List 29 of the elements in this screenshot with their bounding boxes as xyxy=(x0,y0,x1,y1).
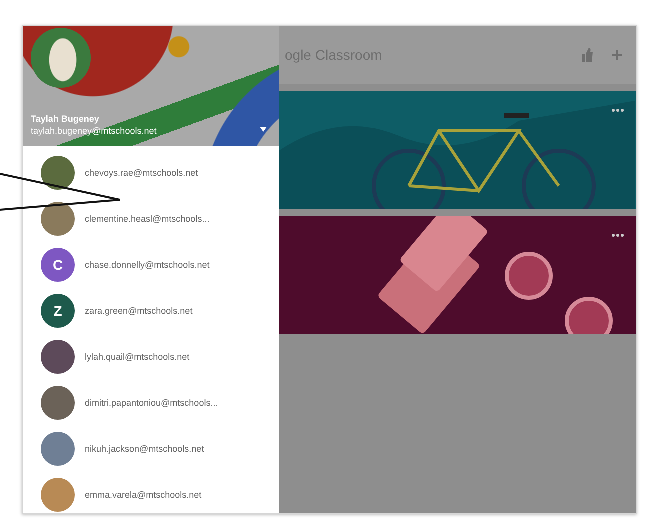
avatar-placeholder xyxy=(41,386,75,420)
thumb-icon[interactable] xyxy=(580,47,594,63)
account-email: zara.green@mtschools.net xyxy=(85,306,193,316)
account-email: lylah.quail@mtschools.net xyxy=(85,352,190,362)
account-email: dimitri.papantoniou@mtschools... xyxy=(85,398,218,408)
letter-avatar: C xyxy=(41,248,75,282)
account-email: emma.varela@mtschools.net xyxy=(85,490,202,500)
avatar-placeholder xyxy=(41,340,75,374)
account-item[interactable]: chevoys.rae@mtschools.net xyxy=(23,150,279,196)
account-item[interactable]: nikuh.jackson@mtschools.net xyxy=(23,426,279,472)
account-email: clementine.heasl@mtschools... xyxy=(85,214,210,224)
account-item[interactable]: C chase.donnelly@mtschools.net xyxy=(23,242,279,288)
avatar-placeholder xyxy=(41,432,75,466)
account-email: chevoys.rae@mtschools.net xyxy=(85,168,198,178)
account-item[interactable]: Z zara.green@mtschools.net xyxy=(23,288,279,334)
profile-name: Taylah Bugeney xyxy=(31,114,100,124)
account-item[interactable]: clementine.heasl@mtschools... xyxy=(23,196,279,242)
account-item[interactable]: emma.varela@mtschools.net xyxy=(23,472,279,513)
more-icon[interactable] xyxy=(612,109,624,112)
account-email: chase.donnelly@mtschools.net xyxy=(85,260,210,270)
caret-icon[interactable] xyxy=(260,127,267,132)
letter-avatar: Z xyxy=(41,294,75,328)
avatar-placeholder xyxy=(41,156,75,190)
account-item[interactable]: lylah.quail@mtschools.net xyxy=(23,334,279,380)
account-email: nikuh.jackson@mtschools.net xyxy=(85,444,204,454)
more-icon[interactable] xyxy=(612,234,624,237)
avatar-placeholder xyxy=(41,202,75,236)
avatar-placeholder xyxy=(41,478,75,512)
account-item[interactable]: dimitri.papantoniou@mtschools... xyxy=(23,380,279,426)
